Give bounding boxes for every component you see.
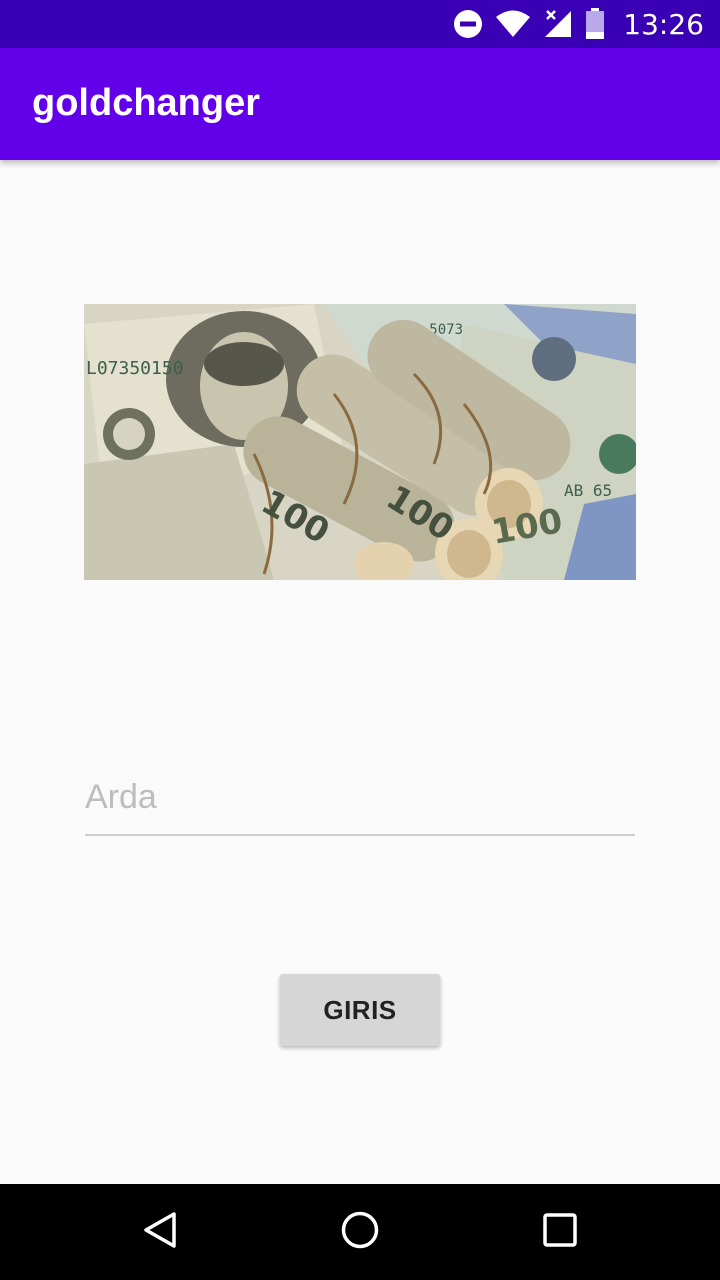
do-not-disturb-icon [453, 9, 483, 39]
app-title: goldchanger [32, 82, 261, 124]
signal-icon [543, 9, 573, 39]
name-input[interactable] [85, 760, 635, 836]
back-button[interactable] [100, 1184, 220, 1280]
svg-text:AB 65: AB 65 [564, 481, 612, 500]
status-bar: 13:26 [0, 0, 720, 48]
battery-icon [585, 8, 605, 40]
wifi-icon [495, 10, 531, 38]
login-button[interactable]: GIRIS [280, 974, 440, 1046]
status-icons: 13:26 [453, 0, 704, 48]
recents-icon [542, 1212, 578, 1252]
recents-button[interactable] [500, 1184, 620, 1280]
money-image: L07350150 AB 65 HB 5073 100 100 100 [84, 304, 636, 580]
home-button[interactable] [300, 1184, 420, 1280]
navigation-bar [0, 1184, 720, 1280]
home-icon [340, 1210, 380, 1254]
svg-text:L07350150: L07350150 [86, 358, 184, 379]
back-icon [140, 1210, 180, 1254]
status-clock: 13:26 [623, 7, 704, 41]
app-bar: goldchanger [0, 48, 720, 160]
